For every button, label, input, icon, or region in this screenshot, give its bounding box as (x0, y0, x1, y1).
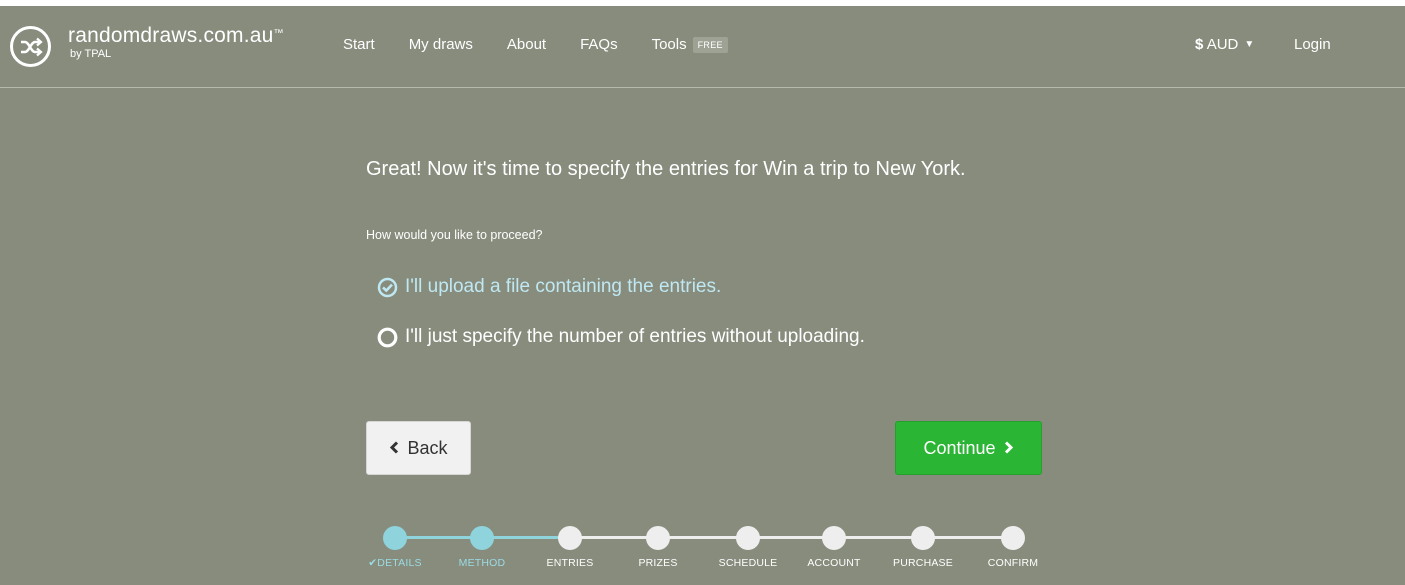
step-details[interactable]: ✔DETAILS (350, 526, 440, 569)
currency-code: AUD (1206, 36, 1239, 53)
shuffle-icon[interactable] (10, 26, 51, 67)
page-subheading: How would you like to proceed? (366, 228, 543, 242)
step-account[interactable]: ACCOUNT (789, 526, 879, 569)
chevron-left-icon (389, 438, 399, 459)
back-button-label: Back (407, 437, 448, 458)
step-confirm[interactable]: CONFIRM (968, 526, 1058, 569)
step-dot (558, 526, 582, 550)
step-entries[interactable]: ENTRIES (525, 526, 615, 569)
step-progress: ✔DETAILS METHOD ENTRIES PRIZES SCHEDULE … (360, 526, 1050, 585)
check-circle-icon (377, 277, 398, 298)
continue-button-label: Continue (923, 437, 996, 458)
upload-file-option[interactable]: I'll upload a file containing the entrie… (377, 276, 721, 298)
step-method[interactable]: METHOD (437, 526, 527, 569)
step-label-confirm: CONFIRM (987, 557, 1039, 569)
check-icon: ✔ (368, 557, 378, 569)
step-dot (822, 526, 846, 550)
nav-faqs[interactable]: FAQs (580, 36, 618, 53)
step-label-account: ACCOUNT (807, 557, 861, 569)
step-dot (646, 526, 670, 550)
step-label: ✔DETAILS (350, 557, 440, 569)
specify-number-option[interactable]: I'll just specify the number of entries … (377, 326, 865, 348)
free-badge: FREE (692, 36, 728, 53)
brand-byline: by TPAL (70, 48, 112, 60)
step-label-purchase: PURCHASE (893, 557, 953, 569)
caret-down-icon: ▼ (1244, 39, 1255, 50)
chevron-right-icon (1004, 438, 1014, 459)
step-dot (911, 526, 935, 550)
step-dot (383, 526, 407, 550)
page-heading: Great! Now it's time to specify the entr… (366, 158, 966, 180)
nav-tools[interactable]: Tools (652, 36, 687, 53)
nav-start[interactable]: Start (343, 36, 375, 53)
main-nav: Start My draws About FAQs Tools FREE (343, 36, 728, 53)
top-navbar: randomdraws.com.au™ by TPAL Start My dra… (0, 6, 1405, 88)
step-dot (736, 526, 760, 550)
step-label-prizes: PRIZES (638, 557, 678, 569)
brand-name: randomdraws.com.au™ (68, 24, 284, 48)
nav-my-draws[interactable]: My draws (409, 36, 473, 53)
nav-about[interactable]: About (507, 36, 546, 53)
currency-dropdown[interactable]: $ AUD ▼ (1195, 36, 1254, 53)
continue-button[interactable]: Continue (895, 421, 1042, 475)
back-button[interactable]: Back (366, 421, 471, 475)
brand-text: randomdraws.com.au (68, 24, 274, 47)
upload-file-option-label: I'll upload a file containing the entrie… (405, 276, 722, 297)
step-dot (1001, 526, 1025, 550)
trademark-mark: ™ (273, 28, 284, 39)
currency-symbol: $ (1195, 36, 1204, 53)
step-dot (470, 526, 494, 550)
brand-logo[interactable]: randomdraws.com.au™ by TPAL (68, 24, 284, 60)
step-label-schedule: SCHEDULE (718, 557, 778, 569)
step-purchase[interactable]: PURCHASE (878, 526, 968, 569)
step-label-method: METHOD (458, 557, 506, 569)
step-prizes[interactable]: PRIZES (613, 526, 703, 569)
specify-number-option-label: I'll just specify the number of entries … (405, 326, 865, 347)
radio-circle-icon (377, 327, 398, 348)
step-label-entries: ENTRIES (546, 557, 594, 569)
login-link[interactable]: Login (1294, 36, 1331, 53)
page: randomdraws.com.au™ by TPAL Start My dra… (0, 6, 1405, 585)
step-schedule[interactable]: SCHEDULE (703, 526, 793, 569)
step-label-details: DETAILS (377, 557, 422, 569)
